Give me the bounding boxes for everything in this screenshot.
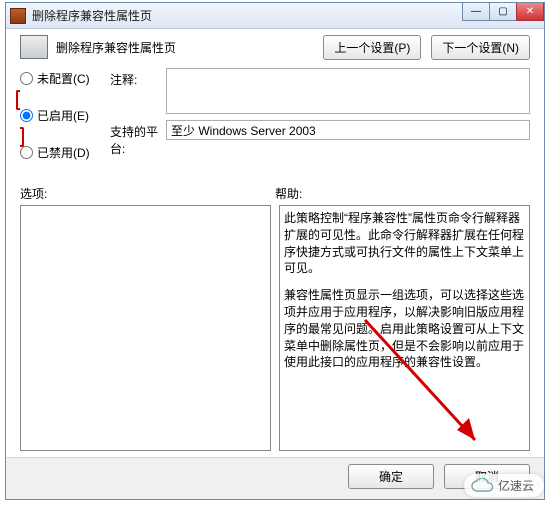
prev-setting-button[interactable]: 上一个设置(P) (323, 35, 421, 60)
radio-not-configured[interactable]: 未配置(C) (20, 70, 110, 87)
radio-disabled-label: 已禁用(D) (37, 144, 90, 161)
help-text-2: 兼容性属性页显示一组选项，可以选择这些选项并应用于应用程序，以解决影响旧版应用程… (284, 287, 525, 371)
help-text-1: 此策略控制“程序兼容性”属性页命令行解释器扩展的可见性。此命令行解释器扩展在任何… (284, 210, 525, 277)
radio-enabled[interactable]: 已启用(E) (20, 107, 110, 124)
bottom-bar: 确定 取消 (6, 457, 544, 499)
radio-disabled[interactable]: 已禁用(D) (20, 144, 110, 161)
watermark: 亿速云 (464, 474, 544, 497)
minimize-button[interactable]: — (462, 3, 490, 21)
platform-field (166, 120, 530, 140)
watermark-text: 亿速云 (498, 477, 534, 494)
radio-enabled-input[interactable] (20, 109, 33, 122)
form-area: 注释: 支持的平台: (110, 68, 544, 157)
platform-row: 支持的平台: (110, 120, 530, 157)
next-setting-button[interactable]: 下一个设置(N) (431, 35, 530, 60)
window-title: 删除程序兼容性属性页 (32, 7, 152, 24)
app-icon (10, 8, 26, 24)
cloud-icon (470, 478, 494, 494)
comment-label: 注释: (110, 68, 166, 88)
dialog-window: 删除程序兼容性属性页 — ▢ ✕ 删除程序兼容性属性页 上一个设置(P) 下一个… (5, 2, 545, 500)
comment-row: 注释: (110, 68, 530, 114)
maximize-button[interactable]: ▢ (489, 3, 517, 21)
radio-enabled-label: 已启用(E) (37, 107, 89, 124)
radio-not-configured-label: 未配置(C) (37, 70, 90, 87)
panes: 此策略控制“程序兼容性”属性页命令行解释器扩展的可见性。此命令行解释器扩展在任何… (6, 205, 544, 457)
header-icon (20, 35, 48, 59)
ok-button[interactable]: 确定 (348, 464, 434, 489)
titlebar: 删除程序兼容性属性页 — ▢ ✕ (6, 3, 544, 29)
radio-not-configured-input[interactable] (20, 72, 33, 85)
comment-input[interactable] (166, 68, 530, 114)
client-area: 删除程序兼容性属性页 上一个设置(P) 下一个设置(N) 未配置(C) 已启用(… (6, 29, 544, 499)
radio-disabled-input[interactable] (20, 146, 33, 159)
header-title: 删除程序兼容性属性页 (56, 39, 176, 56)
platform-label: 支持的平台: (110, 120, 166, 157)
pane-labels: 选项: 帮助: (6, 167, 544, 205)
options-pane (20, 205, 271, 451)
help-pane: 此策略控制“程序兼容性”属性页命令行解释器扩展的可见性。此命令行解释器扩展在任何… (279, 205, 530, 451)
close-button[interactable]: ✕ (516, 3, 544, 21)
help-label: 帮助: (275, 185, 530, 202)
options-label: 选项: (20, 185, 275, 202)
state-radios: 未配置(C) 已启用(E) 已禁用(D) (6, 68, 110, 167)
window-controls: — ▢ ✕ (463, 3, 544, 21)
